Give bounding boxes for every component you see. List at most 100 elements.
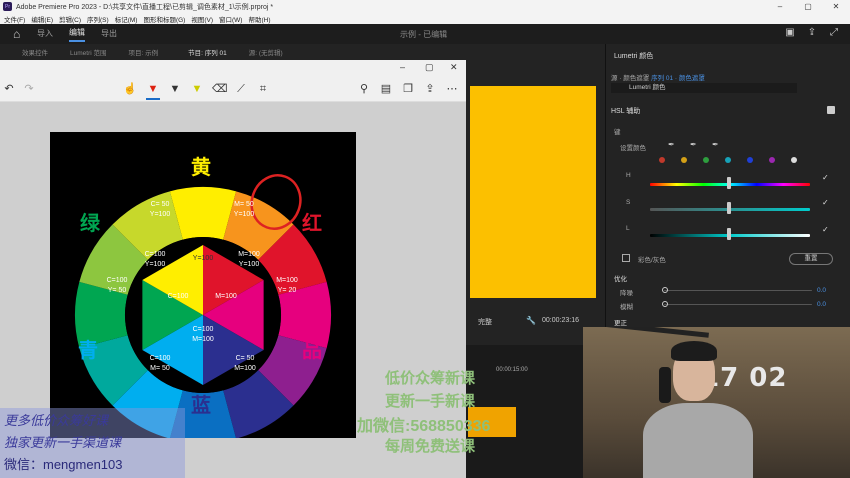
menu-window[interactable]: 窗口(W) bbox=[219, 14, 242, 24]
color-wheel-image: 黄 红 品 蓝 青 绿 C= 50 Y=100 M= 50 Y=100 M=10… bbox=[50, 132, 356, 443]
label-red: 红 bbox=[302, 211, 322, 235]
tab-project[interactable]: 项目: 示例 bbox=[128, 47, 158, 57]
hue-slider-thumb[interactable] bbox=[727, 177, 731, 189]
lumetri-title: Lumetri 颜色 bbox=[614, 53, 654, 60]
menu-clip[interactable]: 剪辑(C) bbox=[59, 14, 81, 24]
blur-slider-thumb[interactable] bbox=[662, 301, 668, 307]
denoise-slider[interactable] bbox=[664, 290, 812, 291]
menu-bar: 文件(F) 编辑(E) 剪辑(C) 序列(S) 标记(M) 图形和标题(G) 视… bbox=[0, 13, 850, 24]
menu-view[interactable]: 视图(V) bbox=[191, 14, 213, 24]
set-color-label: 设置颜色 bbox=[620, 145, 646, 152]
lightness-slider-thumb[interactable] bbox=[727, 228, 731, 240]
correct-heading[interactable]: 更正 bbox=[614, 317, 627, 327]
more-icon[interactable]: ⋯ bbox=[445, 82, 459, 96]
ruler-icon[interactable]: ⟋ bbox=[234, 82, 248, 96]
reset-button[interactable]: 重置 bbox=[789, 253, 833, 265]
outer-tr-1: M= 50 bbox=[234, 201, 254, 208]
sketch-close-button[interactable]: ✕ bbox=[450, 62, 458, 73]
sketch-maximize-button[interactable]: ▢ bbox=[425, 62, 434, 73]
eyedropper-icon[interactable]: ✒ bbox=[668, 140, 675, 149]
sketch-toolbar: ↶ ↷ ☝ ▼ ▼ ▼ ⌫ ⟋ ⌗ ⚲ ▤ ❐ ⇪ ⋯ bbox=[0, 76, 466, 102]
home-icon[interactable]: ⌂ bbox=[13, 27, 27, 41]
lamp-arm bbox=[599, 327, 709, 338]
outer-r-1: M=100 bbox=[276, 277, 298, 284]
color-preset-dot[interactable] bbox=[725, 157, 731, 163]
share-icon[interactable]: ⇪ bbox=[806, 27, 818, 39]
wrench-icon[interactable]: 🔧 bbox=[526, 316, 536, 325]
label-magenta: 品 bbox=[302, 338, 322, 362]
close-button[interactable]: ✕ bbox=[822, 0, 850, 13]
menu-file[interactable]: 文件(F) bbox=[4, 14, 25, 24]
tab-program[interactable]: 节目: 序列 01 bbox=[188, 47, 227, 57]
workspace-header: ⌂ 导入 编辑 导出 示例 - 已编辑 ▣ ⇪ ⤢ bbox=[0, 24, 850, 44]
window-controls: – ▢ ✕ bbox=[766, 0, 850, 13]
hue-check-icon[interactable]: ✓ bbox=[822, 174, 830, 182]
menu-sequence[interactable]: 序列(S) bbox=[87, 14, 109, 24]
sketch-minimize-button[interactable]: – bbox=[400, 62, 405, 72]
presenter-hair bbox=[671, 341, 717, 361]
tab-lumetri-scopes[interactable]: Lumetri 范围 bbox=[70, 47, 106, 57]
color-preset-dot[interactable] bbox=[747, 157, 753, 163]
blur-value[interactable]: 0.0 bbox=[817, 301, 826, 308]
crop-icon[interactable]: ⌗ bbox=[256, 82, 270, 96]
tab-effect-controls[interactable]: 效果控件 bbox=[22, 47, 48, 57]
menu-help[interactable]: 帮助(H) bbox=[248, 14, 270, 24]
window-titlebar: Pr Adobe Premiere Pro 2023 - D:\共享文件\直播工… bbox=[0, 0, 850, 13]
outer-tr-2: Y=100 bbox=[234, 211, 255, 218]
color-preset-dot[interactable] bbox=[681, 157, 687, 163]
save-icon[interactable]: ▤ bbox=[379, 82, 393, 96]
quick-export-icon[interactable]: ▣ bbox=[784, 27, 796, 39]
eyedropper-remove-icon[interactable]: ✒ bbox=[712, 140, 719, 149]
ballpoint-pen-icon[interactable]: ▼ bbox=[146, 82, 160, 96]
color-gray-dropdown[interactable]: 彩色/灰色 bbox=[638, 254, 666, 264]
hsl-enable-checkbox[interactable] bbox=[827, 106, 835, 114]
redo-icon[interactable]: ↷ bbox=[22, 82, 36, 96]
outer-br-1: C= 50 bbox=[236, 355, 255, 362]
eraser-icon[interactable]: ⌫ bbox=[212, 82, 228, 96]
denoise-value[interactable]: 0.0 bbox=[817, 287, 826, 294]
inner-tr-1: M=100 bbox=[238, 251, 260, 258]
tab-import[interactable]: 导入 bbox=[37, 28, 53, 41]
lumetri-effect-dropdown[interactable]: Lumetri 颜色 bbox=[611, 83, 797, 93]
lightness-check-icon[interactable]: ✓ bbox=[822, 226, 830, 234]
menu-graphics[interactable]: 图形和标题(G) bbox=[143, 14, 185, 24]
hue-label: H bbox=[626, 172, 631, 179]
watermark-line3: 加微信:568850336 bbox=[357, 418, 491, 435]
highlighter-icon[interactable]: ▼ bbox=[190, 82, 204, 96]
menu-edit[interactable]: 编辑(E) bbox=[31, 14, 53, 24]
color-gray-checkbox[interactable] bbox=[622, 254, 630, 262]
color-preset-dot[interactable] bbox=[769, 157, 775, 163]
share-icon[interactable]: ⇪ bbox=[423, 82, 437, 96]
pencil-icon[interactable]: ▼ bbox=[168, 82, 182, 96]
saturation-check-icon[interactable]: ✓ bbox=[822, 199, 830, 207]
lumetri-source: 源 · 颜色遮罩 序列 01 · 颜色遮罩 bbox=[611, 72, 705, 82]
source-active[interactable]: 序列 01 · 颜色遮罩 bbox=[651, 75, 705, 82]
tab-export[interactable]: 导出 bbox=[101, 28, 117, 41]
zoom-icon[interactable]: ⚲ bbox=[357, 82, 371, 96]
window-title: Adobe Premiere Pro 2023 - D:\共享文件\直播工程\已… bbox=[16, 3, 274, 11]
copy-icon[interactable]: ❐ bbox=[401, 82, 415, 96]
minimize-button[interactable]: – bbox=[766, 0, 794, 13]
label-blue: 蓝 bbox=[191, 393, 211, 417]
denoise-slider-thumb[interactable] bbox=[662, 287, 668, 293]
key-heading[interactable]: 键 bbox=[614, 126, 621, 136]
left-watermark-box: 更多低价众筹好课 独家更新一手渠道课 微信：mengmen103 bbox=[0, 408, 185, 478]
fullscreen-icon[interactable]: ⤢ bbox=[828, 27, 840, 39]
fit-dropdown[interactable]: 完整 bbox=[478, 317, 492, 327]
color-preset-dot[interactable] bbox=[659, 157, 665, 163]
color-preset-dot[interactable] bbox=[791, 157, 797, 163]
outer-r-2: Y= 20 bbox=[278, 287, 297, 294]
tab-edit[interactable]: 编辑 bbox=[69, 27, 85, 42]
color-preset-dot[interactable] bbox=[703, 157, 709, 163]
blur-slider[interactable] bbox=[664, 304, 812, 305]
tab-source[interactable]: 源: (无剪辑) bbox=[249, 47, 283, 57]
menu-marker[interactable]: 标记(M) bbox=[115, 14, 138, 24]
refine-heading[interactable]: 优化 bbox=[614, 273, 627, 283]
touch-writing-icon[interactable]: ☝ bbox=[123, 82, 137, 96]
saturation-slider-thumb[interactable] bbox=[727, 202, 731, 214]
eyedropper-add-icon[interactable]: ✒ bbox=[690, 140, 697, 149]
undo-icon[interactable]: ↶ bbox=[2, 82, 16, 96]
maximize-button[interactable]: ▢ bbox=[794, 0, 822, 13]
hsl-secondary-heading[interactable]: HSL 辅助 bbox=[611, 106, 640, 116]
inner-bottom-2: M=100 bbox=[192, 336, 214, 343]
